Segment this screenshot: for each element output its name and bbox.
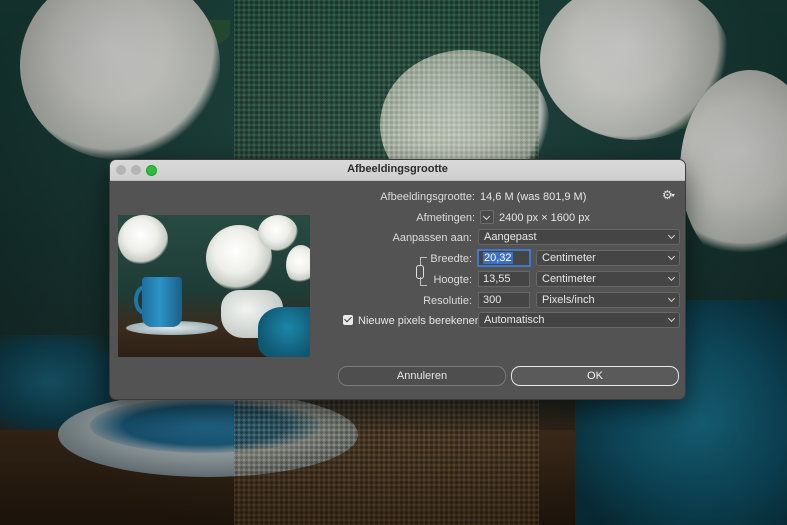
ok-button[interactable]: OK — [511, 366, 679, 386]
resample-method-value: Automatisch — [484, 314, 545, 326]
height-value: 13,55 — [483, 273, 511, 285]
resample-label: Nieuwe pixels berekenen: — [358, 315, 484, 327]
resample-checkbox[interactable] — [343, 315, 353, 325]
height-unit-select[interactable]: Centimeter — [536, 271, 680, 287]
chevron-down-icon — [667, 273, 676, 282]
chevron-down-icon — [667, 231, 676, 240]
preview-cloth — [258, 307, 310, 357]
resolution-value: 300 — [483, 294, 502, 306]
image-size-dialog: Afbeeldingsgrootte Afbeeldingsgrootte: 1… — [109, 159, 686, 400]
title-bar[interactable]: Afbeeldingsgrootte — [110, 160, 685, 181]
image-preview[interactable] — [118, 215, 310, 357]
resolution-unit-select[interactable]: Pixels/inch — [536, 292, 680, 308]
width-label: Breedte: — [430, 253, 472, 265]
height-input[interactable]: 13,55 — [478, 271, 530, 287]
fit-to-select[interactable]: Aangepast — [478, 229, 680, 245]
width-unit-value: Centimeter — [542, 252, 596, 264]
resolution-unit-value: Pixels/inch — [542, 294, 595, 306]
fit-to-label: Aanpassen aan: — [392, 232, 472, 244]
dialog-title: Afbeeldingsgrootte — [347, 163, 448, 175]
fit-to-value: Aangepast — [484, 231, 537, 243]
resolution-input[interactable]: 300 — [478, 292, 530, 308]
dimensions-label: Afmetingen: — [416, 212, 475, 224]
cancel-button[interactable]: Annuleren — [338, 366, 506, 386]
height-label: Hoogte: — [433, 274, 472, 286]
preview-flower — [258, 215, 298, 251]
width-value: 20,32 — [483, 252, 513, 264]
dimensions-value: 2400 px × 1600 px — [499, 212, 590, 224]
resample-method-select[interactable]: Automatisch — [478, 312, 680, 328]
chevron-down-icon — [667, 314, 676, 323]
image-size-value: 14,6 M (was 801,9 M) — [480, 191, 587, 203]
dimensions-unit-dropdown[interactable] — [480, 210, 494, 224]
height-unit-value: Centimeter — [542, 273, 596, 285]
chevron-down-icon — [667, 294, 676, 303]
preview-cup — [142, 277, 182, 327]
preview-flower — [118, 215, 168, 265]
image-size-label: Afbeeldingsgrootte: — [380, 191, 475, 203]
chevron-down-icon — [667, 252, 676, 261]
width-unit-select[interactable]: Centimeter — [536, 250, 680, 266]
resolution-label: Resolutie: — [423, 295, 472, 307]
preview-flower — [286, 245, 310, 285]
width-input[interactable]: 20,32 — [478, 250, 530, 266]
caret-down-icon — [671, 194, 675, 197]
